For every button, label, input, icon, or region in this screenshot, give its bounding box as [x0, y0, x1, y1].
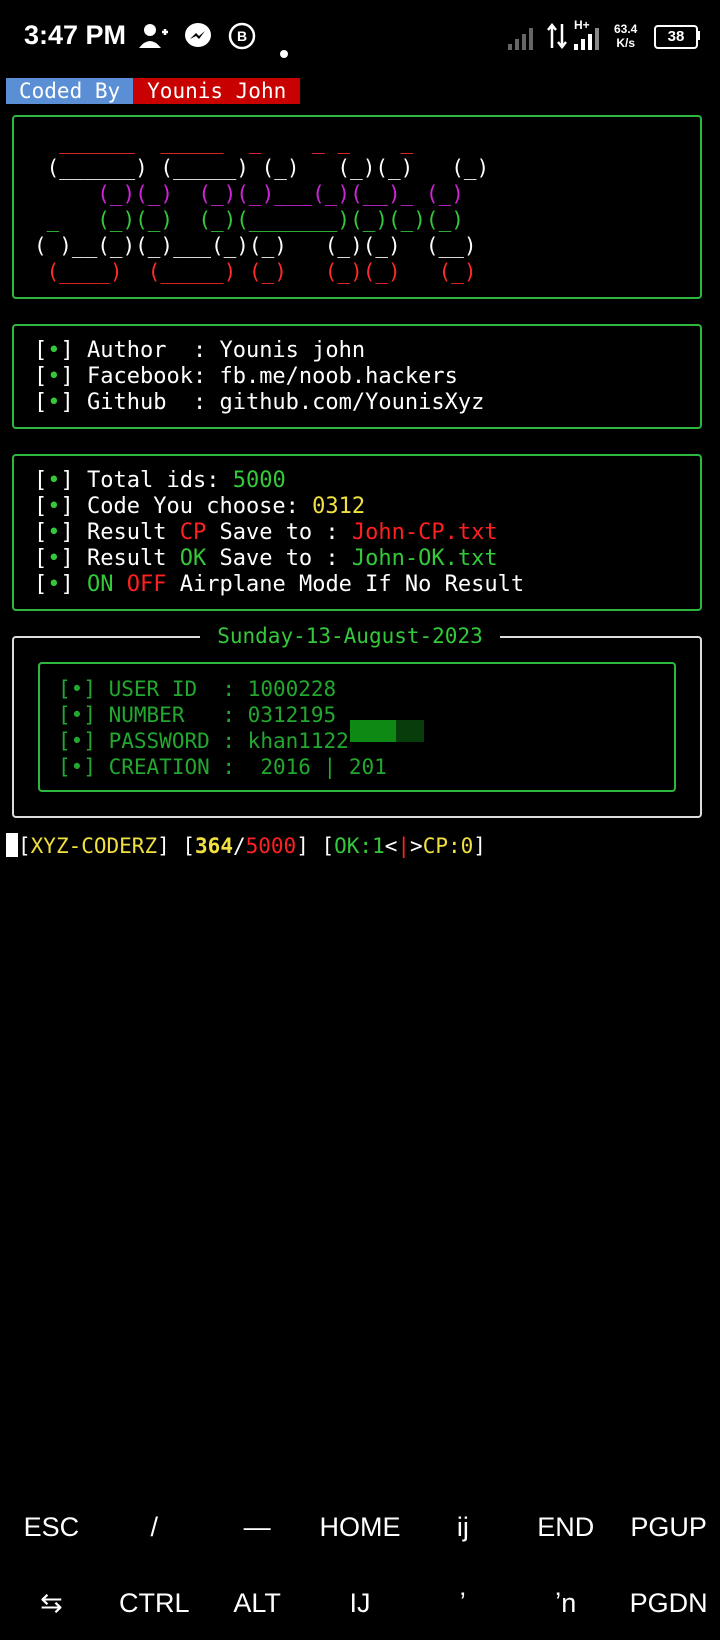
- tab-key[interactable]: ⇆: [0, 1588, 103, 1619]
- number-value: NUMBER : 0312195: [108, 703, 337, 727]
- data-arrows-icon: [546, 22, 568, 57]
- ij-upper-key[interactable]: IJ: [309, 1588, 412, 1619]
- dot-icon: [280, 34, 288, 65]
- progress-current: 364: [195, 834, 233, 858]
- github-line: [•] Github : github.com/YounisXyz: [34, 390, 485, 415]
- esc-key[interactable]: ESC: [0, 1512, 103, 1543]
- progress-line: [XYZ-CODERZ] [364/5000] [OK:1<|>CP:0]: [6, 832, 486, 860]
- cp-result-line: [•] Result CP Save to : John-CP.txt: [34, 520, 498, 545]
- author-info-box: [•] Author : Younis john [•] Facebook: f…: [12, 324, 702, 429]
- ctrl-key[interactable]: CTRL: [103, 1588, 206, 1619]
- ij-key[interactable]: ij: [411, 1512, 514, 1543]
- logo-line-3: (_)(_) (_)(_)___(_)(__)_ (_): [34, 182, 464, 206]
- ok-file: John-OK.txt: [351, 546, 498, 571]
- code-line: [•] Code You choose: 0312: [34, 494, 366, 519]
- number-line: [•] NUMBER : 0312195: [58, 703, 337, 727]
- clock: 3:47 PM: [24, 20, 127, 50]
- net-speed: 63.4 K/s: [614, 22, 637, 50]
- author-line: [•] Author : Younis john: [34, 338, 366, 363]
- redaction-block: [350, 720, 396, 742]
- user-id-value: USER ID : 1000228: [108, 677, 337, 701]
- dash-key[interactable]: —: [206, 1512, 309, 1543]
- progress-name: XYZ-CODERZ: [30, 834, 158, 858]
- end-key[interactable]: END: [514, 1512, 617, 1543]
- facebook-value: fb.me/noob.hackers: [219, 364, 458, 389]
- logo-box: ______ _____ _ _ _ _ (______) (_____) (_…: [12, 115, 702, 299]
- extra-keys-row-2: ⇆ CTRL ALT IJ ʼ ʼn PGDN: [0, 1588, 720, 1619]
- coded-by-label: Coded By: [6, 78, 134, 104]
- terminal-cursor: [6, 833, 18, 857]
- progress-total: 5000: [245, 834, 297, 858]
- coded-by-banner: Coded By Younis John: [6, 78, 301, 104]
- battery-icon: 38: [654, 25, 698, 49]
- user-id-line: [•] USER ID : 1000228: [58, 677, 337, 701]
- ok-result-line: [•] Result OK Save to : John-OK.txt: [34, 546, 498, 571]
- signal-icon: [574, 26, 604, 57]
- code-value: 0312: [312, 494, 366, 519]
- author-value: Younis john: [219, 338, 366, 363]
- github-value: github.com/YounisXyz: [219, 390, 485, 415]
- add-user-icon: [138, 22, 170, 57]
- home-key[interactable]: HOME: [309, 1512, 412, 1543]
- logo-line-5: ( )__(_)(_)___(_)(_) (_)(_) (__): [34, 234, 477, 258]
- result-box: [•] USER ID : 1000228 [•] NUMBER : 03121…: [12, 636, 702, 818]
- password-line: [•] PASSWORD : khan1122: [58, 729, 349, 753]
- result-inner-box: [•] USER ID : 1000228 [•] NUMBER : 03121…: [38, 662, 676, 792]
- cp-count: CP:0: [422, 834, 474, 858]
- ok-count: OK:1: [334, 834, 385, 858]
- n-apostrophe-key[interactable]: ʼn: [514, 1588, 617, 1619]
- slash-key[interactable]: /: [103, 1512, 206, 1543]
- status-bar: 3:47 PM B H+ 63.4 K/s 38: [0, 0, 720, 72]
- coded-by-author: Younis John: [133, 78, 301, 104]
- messenger-icon: [184, 22, 212, 57]
- business-icon: B: [228, 22, 256, 57]
- creation-line: [•] CREATION : 2016 | 201: [58, 755, 387, 779]
- extra-keys-row-1: ESC / — HOME ij END PGUP: [0, 1512, 720, 1543]
- password-value: PASSWORD : khan1122: [108, 729, 349, 753]
- redaction-block: [396, 720, 424, 742]
- facebook-line: [•] Facebook: fb.me/noob.hackers: [34, 364, 458, 389]
- pgup-key[interactable]: PGUP: [617, 1512, 720, 1543]
- net-speed-unit: K/s: [616, 36, 636, 50]
- creation-value: CREATION : 2016 | 201: [108, 755, 387, 779]
- ascii-logo: ______ _____ _ _ _ _ (______) (_____) (_…: [34, 129, 489, 285]
- svg-text:B: B: [237, 28, 247, 44]
- logo-line-6: (____) (_____) (_) (_)(_) (_): [34, 260, 477, 284]
- battery-level: 38: [667, 28, 685, 45]
- apostrophe-key[interactable]: ʼ: [411, 1588, 514, 1619]
- airplane-line: [•] ON OFF Airplane Mode If No Result: [34, 572, 525, 597]
- alt-key[interactable]: ALT: [206, 1588, 309, 1619]
- total-ids-line: [•] Total ids: 5000: [34, 468, 286, 493]
- logo-line-1: ______ _____ _ _ _ _: [34, 130, 414, 154]
- signal-icon: [508, 26, 538, 57]
- battery-tip: [697, 31, 700, 40]
- pgdn-key[interactable]: PGDN: [617, 1588, 720, 1619]
- date-title: Sunday-13-August-2023: [200, 624, 500, 648]
- net-speed-value: 63.4: [614, 22, 638, 36]
- cp-file: John-CP.txt: [351, 520, 498, 545]
- logo-line-4: _ (_)(_) (_)(_______)(_)(_)(_): [34, 208, 464, 232]
- logo-line-2: (______) (_____) (_) (_)(_) (_): [34, 156, 490, 180]
- total-ids-value: 5000: [232, 468, 286, 493]
- config-box: [•] Total ids: 5000 [•] Code You choose:…: [12, 454, 702, 611]
